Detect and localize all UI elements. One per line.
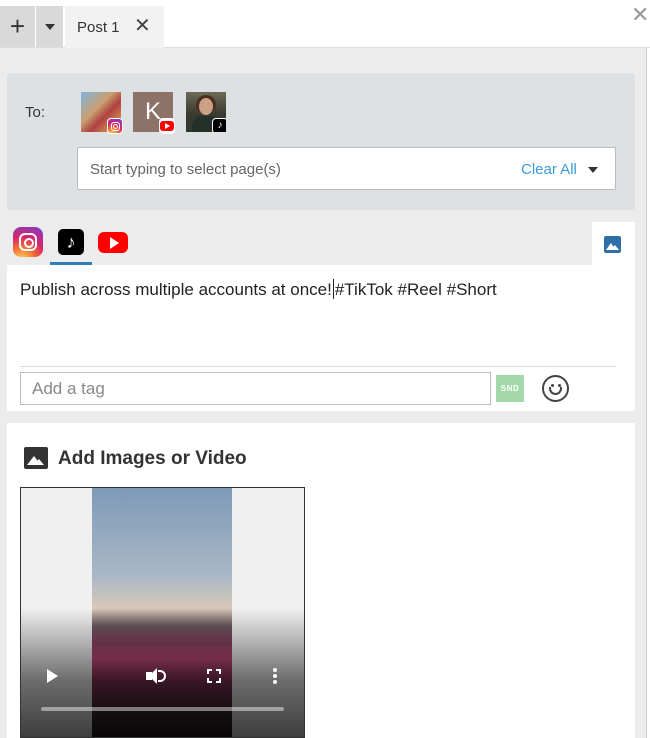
new-post-button[interactable]: + xyxy=(0,6,35,47)
to-label: To: xyxy=(25,104,46,121)
tab-bar: + Post 1 ✕ ✕ xyxy=(0,0,650,48)
instagram-icon xyxy=(19,233,37,251)
post-text-after-cursor: #TikTok #Reel #Short xyxy=(334,280,497,299)
tiktok-badge-icon: ♪ xyxy=(212,118,226,132)
tab-dropdown-button[interactable] xyxy=(36,6,63,47)
tag-input[interactable] xyxy=(20,372,491,405)
clear-all-link[interactable]: Clear All xyxy=(521,161,577,178)
tab-youtube[interactable] xyxy=(98,232,128,253)
chevron-down-icon[interactable] xyxy=(588,167,598,173)
chevron-down-icon xyxy=(44,23,55,30)
fullscreen-icon[interactable] xyxy=(207,669,221,683)
more-options-icon[interactable] xyxy=(273,668,277,684)
page-select-placeholder: Start typing to select page(s) xyxy=(90,161,281,178)
image-icon xyxy=(24,447,48,469)
snd-button[interactable]: SND xyxy=(496,375,524,402)
divider xyxy=(20,366,616,367)
text-cursor xyxy=(332,279,334,299)
video-player[interactable] xyxy=(20,487,305,738)
youtube-badge-icon xyxy=(159,118,175,134)
post-text-editor[interactable]: Publish across multiple accounts at once… xyxy=(20,279,497,300)
image-icon[interactable] xyxy=(604,236,621,253)
play-icon[interactable] xyxy=(47,669,58,683)
emoji-icon[interactable] xyxy=(542,375,569,402)
media-panel: Add Images or Video xyxy=(7,423,635,738)
tab-post-1[interactable]: Post 1 ✕ xyxy=(65,6,164,48)
close-window-icon[interactable]: ✕ xyxy=(631,2,649,28)
avatar-instagram-account[interactable] xyxy=(81,92,123,134)
volume-icon[interactable] xyxy=(146,667,168,685)
tiktok-icon: ♪ xyxy=(66,231,76,252)
avatar-youtube-account[interactable]: K xyxy=(133,92,175,134)
avatar-tiktok-account[interactable]: ♪ xyxy=(186,92,226,132)
recipients-panel: To: K ♪ Start typing to select page(s) C… xyxy=(7,73,635,210)
media-section-title: Add Images or Video xyxy=(58,448,247,469)
tab-instagram[interactable] xyxy=(13,227,43,257)
active-tab-indicator xyxy=(50,262,92,265)
tab-tiktok[interactable]: ♪ xyxy=(58,229,84,255)
instagram-badge-icon xyxy=(107,118,123,134)
video-progress-bar[interactable] xyxy=(41,707,284,711)
post-text-before-cursor: Publish across multiple accounts at once… xyxy=(20,280,332,299)
scrollbar[interactable] xyxy=(646,48,650,738)
compose-panel: ♪ Publish across multiple accounts at on… xyxy=(7,222,635,411)
tab-label: Post 1 xyxy=(77,18,120,36)
close-tab-icon[interactable]: ✕ xyxy=(134,16,151,36)
page-select-input[interactable]: Start typing to select page(s) Clear All xyxy=(77,147,616,190)
network-tabs: ♪ xyxy=(7,222,592,265)
